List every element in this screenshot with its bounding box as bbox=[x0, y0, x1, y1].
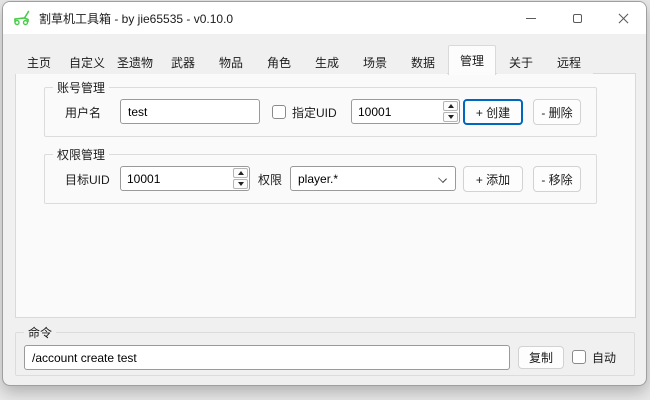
account-management-group: 账号管理 用户名 指定UID + 创建 - 删除 bbox=[44, 87, 597, 137]
command-group-title: 命令 bbox=[24, 324, 56, 341]
tab-strip: 主页 自定义 圣遗物 武器 物品 角色 生成 场景 数据 管理 关于 远程 bbox=[15, 44, 593, 74]
target-uid-stepper-value[interactable] bbox=[121, 167, 232, 190]
permission-management-group: 权限管理 目标UID 权限 player.* + 添加 - 移除 bbox=[44, 154, 597, 204]
spin-down-button[interactable] bbox=[443, 112, 458, 122]
tab-remote[interactable]: 远程 bbox=[545, 49, 593, 74]
permission-combobox[interactable]: player.* bbox=[290, 166, 456, 191]
spin-up-button[interactable] bbox=[233, 168, 248, 178]
uid-stepper[interactable] bbox=[351, 99, 460, 124]
command-group: 命令 复制 自动 bbox=[15, 332, 635, 376]
target-uid-stepper[interactable] bbox=[120, 166, 250, 191]
tab-custom[interactable]: 自定义 bbox=[63, 49, 111, 74]
window-controls bbox=[508, 2, 646, 34]
username-input[interactable] bbox=[120, 99, 260, 124]
tab-artifact[interactable]: 圣遗物 bbox=[111, 49, 159, 74]
lawnmower-icon bbox=[12, 10, 32, 26]
tab-weapon[interactable]: 武器 bbox=[159, 49, 207, 74]
spin-up-button[interactable] bbox=[443, 101, 458, 111]
username-label: 用户名 bbox=[65, 104, 101, 121]
close-button[interactable] bbox=[600, 2, 646, 34]
management-tab-panel: 账号管理 用户名 指定UID + 创建 - 删除 权限管理 目标UID bbox=[15, 73, 636, 318]
spin-down-icon bbox=[238, 182, 244, 186]
uid-stepper-value[interactable] bbox=[352, 100, 442, 123]
permission-group-title: 权限管理 bbox=[53, 146, 109, 163]
permission-combobox-value: player.* bbox=[298, 172, 338, 186]
target-uid-stepper-spinners bbox=[232, 167, 249, 190]
command-input[interactable] bbox=[24, 345, 510, 370]
tab-avatar[interactable]: 角色 bbox=[255, 49, 303, 74]
titlebar: 割草机工具箱 - by jie65535 - v0.10.0 bbox=[3, 2, 646, 34]
remove-permission-button[interactable]: - 移除 bbox=[533, 166, 581, 192]
tab-management[interactable]: 管理 bbox=[448, 45, 496, 75]
tab-item[interactable]: 物品 bbox=[207, 49, 255, 74]
copy-command-button[interactable]: 复制 bbox=[518, 346, 564, 369]
spin-down-icon bbox=[448, 115, 454, 119]
maximize-button[interactable] bbox=[554, 2, 600, 34]
permission-label: 权限 bbox=[258, 171, 282, 188]
chevron-down-icon bbox=[438, 174, 447, 183]
tab-about[interactable]: 关于 bbox=[497, 49, 545, 74]
maximize-icon bbox=[573, 14, 582, 23]
tab-scene[interactable]: 场景 bbox=[351, 49, 399, 74]
app-window: 割草机工具箱 - by jie65535 - v0.10.0 主页 自定义 圣遗… bbox=[2, 1, 647, 386]
close-icon bbox=[618, 13, 629, 24]
tab-spawn[interactable]: 生成 bbox=[303, 49, 351, 74]
spin-up-icon bbox=[448, 104, 454, 108]
delete-account-button[interactable]: - 删除 bbox=[533, 99, 581, 125]
window-title: 割草机工具箱 - by jie65535 - v0.10.0 bbox=[39, 10, 233, 27]
create-account-button[interactable]: + 创建 bbox=[463, 99, 523, 125]
auto-copy-label: 自动 bbox=[592, 349, 616, 366]
account-group-title: 账号管理 bbox=[53, 79, 109, 96]
uid-stepper-spinners bbox=[442, 100, 459, 123]
minimize-icon bbox=[526, 18, 536, 19]
specify-uid-checkbox[interactable] bbox=[272, 105, 286, 119]
add-permission-button[interactable]: + 添加 bbox=[463, 166, 523, 192]
specify-uid-label: 指定UID bbox=[292, 104, 337, 121]
target-uid-label: 目标UID bbox=[65, 171, 110, 188]
minimize-button[interactable] bbox=[508, 2, 554, 34]
spin-up-icon bbox=[238, 171, 244, 175]
spin-down-button[interactable] bbox=[233, 179, 248, 189]
auto-copy-checkbox[interactable] bbox=[572, 350, 586, 364]
tab-data[interactable]: 数据 bbox=[399, 49, 447, 74]
tab-home[interactable]: 主页 bbox=[15, 49, 63, 74]
